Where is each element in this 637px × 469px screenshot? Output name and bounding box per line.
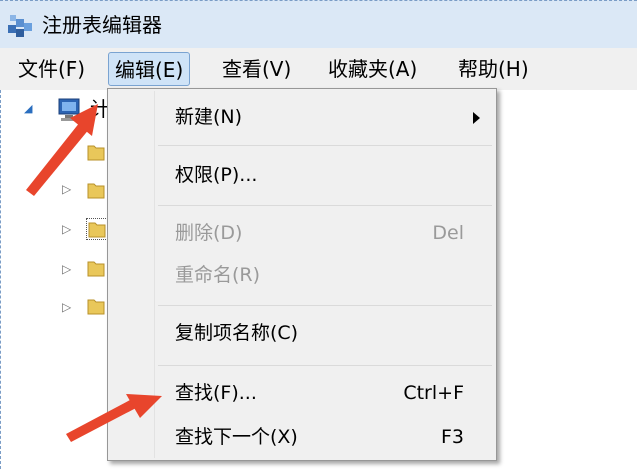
menu-item-find[interactable]: 查找(F)... Ctrl+F: [110, 373, 494, 413]
menu-edit[interactable]: 编辑(E): [108, 52, 191, 86]
menu-separator: [158, 305, 492, 306]
menu-separator: [158, 365, 492, 366]
registry-editor-icon: [8, 15, 32, 37]
folder-icon[interactable]: [86, 218, 108, 240]
menu-view[interactable]: 查看(V): [216, 52, 297, 86]
folder-icon[interactable]: [86, 180, 106, 200]
submenu-arrow-icon: [473, 112, 480, 124]
window-title: 注册表编辑器: [42, 13, 162, 37]
menu-item-new-label: 新建(N): [175, 106, 243, 128]
menu-item-rename: 重命名(R): [110, 255, 494, 295]
menu-separator: [158, 145, 492, 146]
folder-icon[interactable]: [86, 296, 106, 316]
menu-item-find-next-label: 查找下一个(X): [175, 426, 298, 448]
folder-icon[interactable]: [86, 142, 106, 162]
computer-icon: [58, 98, 80, 121]
menu-item-find-shortcut: Ctrl+F: [403, 382, 464, 404]
edit-menu-dropdown: 新建(N) 权限(P)... 删除(D) Del 重命名(R) 复制项名称(C)…: [107, 88, 497, 461]
expand-icon[interactable]: ▷: [62, 262, 71, 276]
menu-favorites[interactable]: 收藏夹(A): [322, 52, 423, 86]
menu-item-copy-key-name[interactable]: 复制项名称(C): [110, 313, 494, 353]
menu-item-find-next-shortcut: F3: [440, 426, 464, 448]
folder-icon[interactable]: [86, 258, 106, 278]
menu-help[interactable]: 帮助(H): [452, 52, 535, 86]
expand-icon[interactable]: ▷: [62, 182, 71, 196]
title-bar: 注册表编辑器: [0, 0, 637, 49]
menu-item-find-next[interactable]: 查找下一个(X) F3: [110, 417, 494, 457]
menu-item-permissions[interactable]: 权限(P)...: [110, 155, 494, 195]
expand-arrow-icon[interactable]: ◢: [24, 102, 32, 115]
menu-item-delete-shortcut: Del: [432, 222, 464, 244]
menu-item-delete: 删除(D) Del: [110, 213, 494, 253]
menu-bar: 文件(F) 编辑(E) 查看(V) 收藏夹(A) 帮助(H): [0, 48, 637, 91]
tree-left-border: [0, 90, 1, 469]
menu-item-rename-label: 重命名(R): [175, 264, 261, 286]
menu-item-new[interactable]: 新建(N): [110, 97, 494, 137]
menu-item-copy-key-name-label: 复制项名称(C): [175, 322, 299, 344]
expand-icon[interactable]: ▷: [62, 222, 71, 236]
menu-item-permissions-label: 权限(P)...: [175, 164, 258, 186]
expand-icon[interactable]: ▷: [62, 300, 71, 314]
menu-separator: [158, 205, 492, 206]
menu-item-delete-label: 删除(D): [175, 222, 243, 244]
menu-item-find-label: 查找(F)...: [175, 382, 257, 404]
menu-file[interactable]: 文件(F): [12, 52, 91, 86]
